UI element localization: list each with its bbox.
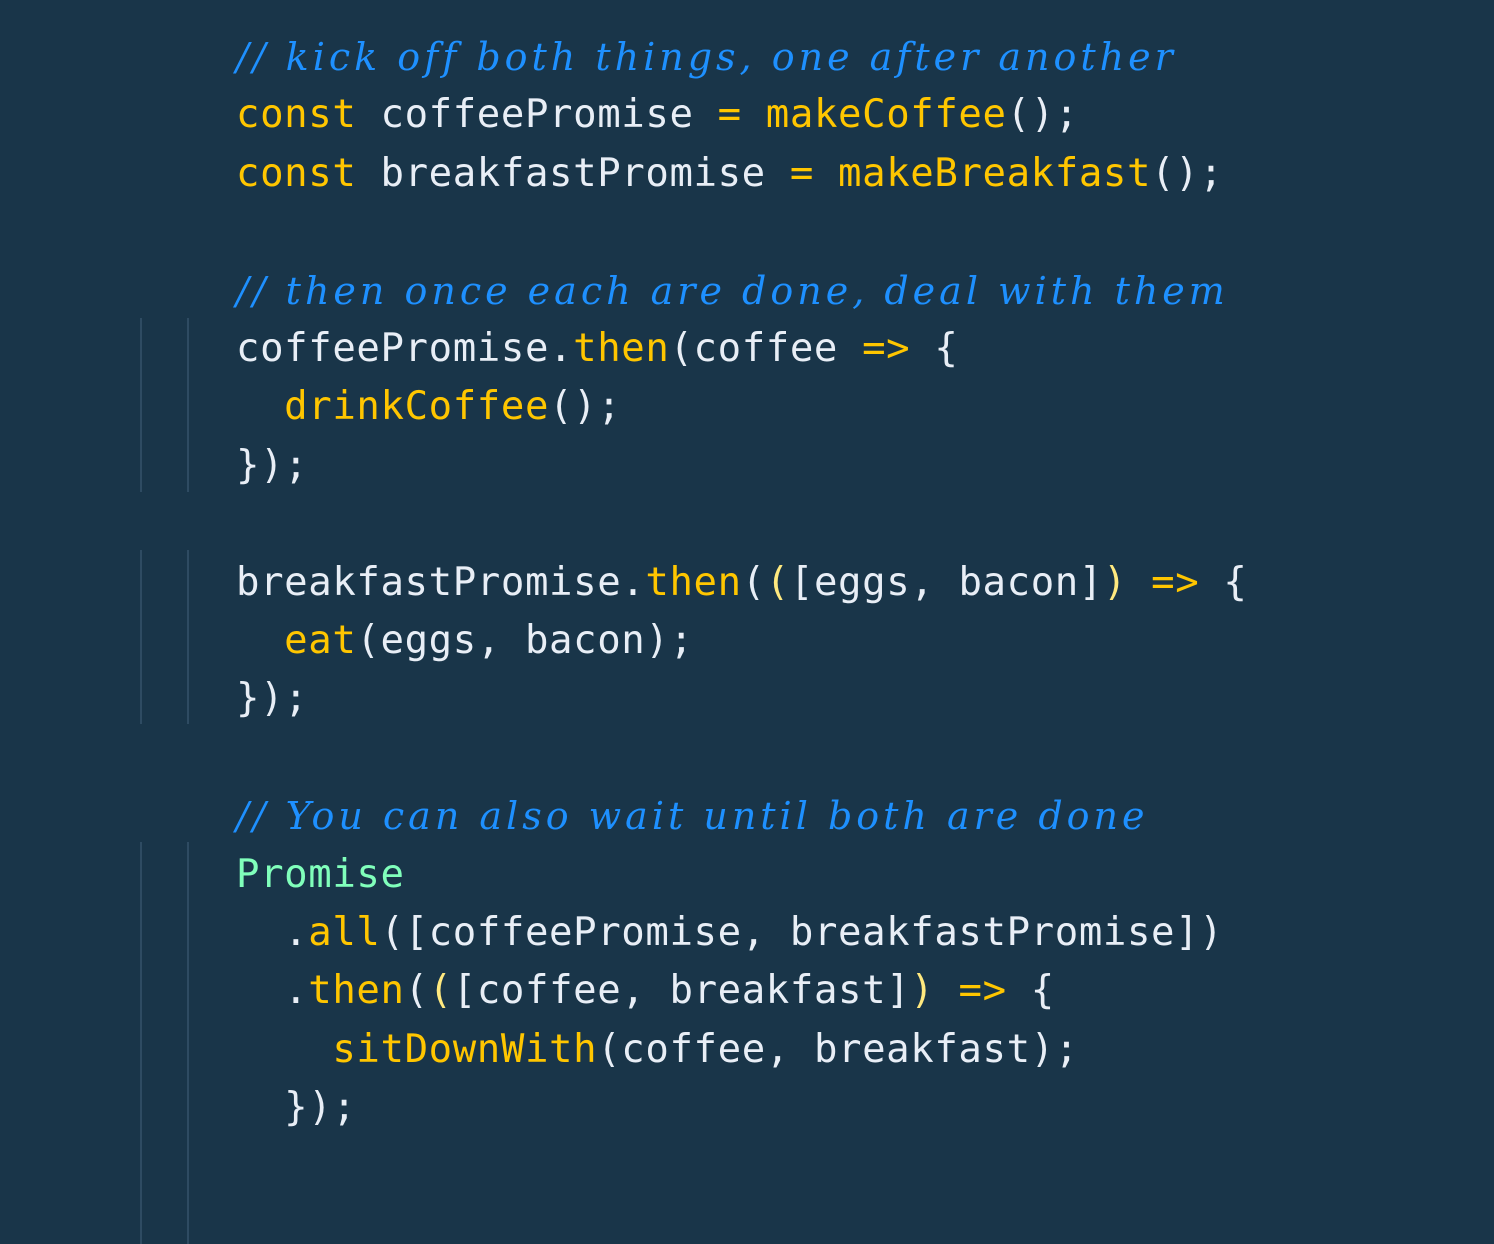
- code-token-plain: coffeePromise.: [236, 326, 574, 371]
- code-line[interactable]: });: [236, 1079, 356, 1137]
- code-token-plain: ();: [1006, 92, 1079, 137]
- code-comment-line[interactable]: // then once each are done, deal with th…: [236, 262, 1229, 320]
- code-line[interactable]: eat(eggs, bacon);: [236, 612, 694, 670]
- code-token-kw: const: [236, 92, 357, 137]
- code-token-paren2: ): [1102, 560, 1128, 605]
- code-token-plain: .: [236, 968, 309, 1013]
- indent-guide: [140, 842, 142, 1244]
- code-line[interactable]: Promise: [236, 846, 405, 904]
- code-line[interactable]: const breakfastPromise = makeBreakfast()…: [236, 145, 1223, 203]
- code-token-plain: ();: [1151, 151, 1224, 196]
- code-token-fn: all: [308, 910, 381, 955]
- code-line[interactable]: });: [236, 670, 308, 728]
- code-line[interactable]: coffeePromise.then(coffee => {: [236, 320, 958, 378]
- code-line[interactable]: sitDownWith(coffee, breakfast);: [236, 1021, 1079, 1079]
- indent-guide: [140, 318, 142, 492]
- code-token-fn: makeCoffee: [765, 92, 1007, 137]
- code-token-op: =>: [958, 968, 1007, 1013]
- code-line[interactable]: });: [236, 437, 308, 495]
- code-token-comment: // then once each are done, deal with th…: [236, 269, 1229, 313]
- code-token-plain: breakfastPromise: [356, 151, 790, 196]
- code-token-plain: (: [741, 560, 766, 605]
- code-line[interactable]: .all([coffeePromise, breakfastPromise]): [236, 904, 1223, 962]
- code-token-paren2: (: [428, 968, 453, 1013]
- code-token-plain: ([coffeePromise, breakfastPromise]): [380, 910, 1224, 955]
- indent-guide: [140, 550, 142, 724]
- code-token-plain: {: [910, 326, 959, 371]
- code-token-plain: });: [236, 1085, 357, 1130]
- code-token-kw: const: [236, 151, 357, 196]
- code-token-plain: (eggs, bacon);: [356, 618, 694, 663]
- indent-guide: [187, 318, 189, 492]
- code-token-plain: (: [404, 968, 429, 1013]
- code-token-fn: drinkCoffee: [284, 384, 550, 429]
- code-token-plain: {: [1199, 560, 1248, 605]
- code-token-fn: then: [645, 560, 742, 605]
- code-token-fn: makeBreakfast: [838, 151, 1152, 196]
- code-token-op: =: [789, 151, 814, 196]
- code-token-plain: {: [1006, 968, 1055, 1013]
- code-line[interactable]: breakfastPromise.then(([eggs, bacon]) =>…: [236, 554, 1247, 612]
- code-comment-line[interactable]: // kick off both things, one after anoth…: [236, 28, 1177, 86]
- code-line[interactable]: const coffeePromise = makeCoffee();: [236, 86, 1079, 144]
- code-line[interactable]: drinkCoffee();: [236, 378, 621, 436]
- code-editor[interactable]: // kick off both things, one after anoth…: [0, 0, 1494, 1244]
- code-token-plain: [coffee, breakfast]: [452, 968, 911, 1013]
- code-token-plain: [eggs, bacon]: [789, 560, 1103, 605]
- indent-guide: [187, 842, 189, 1244]
- code-token-cls: Promise: [236, 852, 405, 897]
- code-line[interactable]: .then(([coffee, breakfast]) => {: [236, 962, 1055, 1020]
- code-token-fn: then: [308, 968, 405, 1013]
- code-token-paren2: ): [910, 968, 935, 1013]
- code-comment-line[interactable]: // You can also wait until both are done: [236, 787, 1149, 845]
- code-token-fn: eat: [284, 618, 357, 663]
- code-token-plain: ();: [549, 384, 622, 429]
- code-token-fn: sitDownWith: [332, 1027, 598, 1072]
- code-token-plain: .: [236, 910, 309, 955]
- code-token-plain: });: [236, 443, 309, 488]
- code-token-comment: // kick off both things, one after anoth…: [236, 35, 1177, 79]
- code-token-op: =>: [862, 326, 911, 371]
- code-token-op: =>: [1151, 560, 1200, 605]
- code-token-op: =: [717, 92, 742, 137]
- code-token-fn: then: [573, 326, 670, 371]
- code-token-paren2: (: [765, 560, 790, 605]
- code-token-plain: });: [236, 676, 309, 721]
- code-token-plain: breakfastPromise.: [236, 560, 646, 605]
- code-token-plain: coffeePromise: [356, 92, 718, 137]
- code-token-plain: (coffee: [669, 326, 863, 371]
- indent-guide: [187, 550, 189, 724]
- code-token-plain: (coffee, breakfast);: [597, 1027, 1079, 1072]
- code-token-comment: // You can also wait until both are done: [236, 794, 1149, 838]
